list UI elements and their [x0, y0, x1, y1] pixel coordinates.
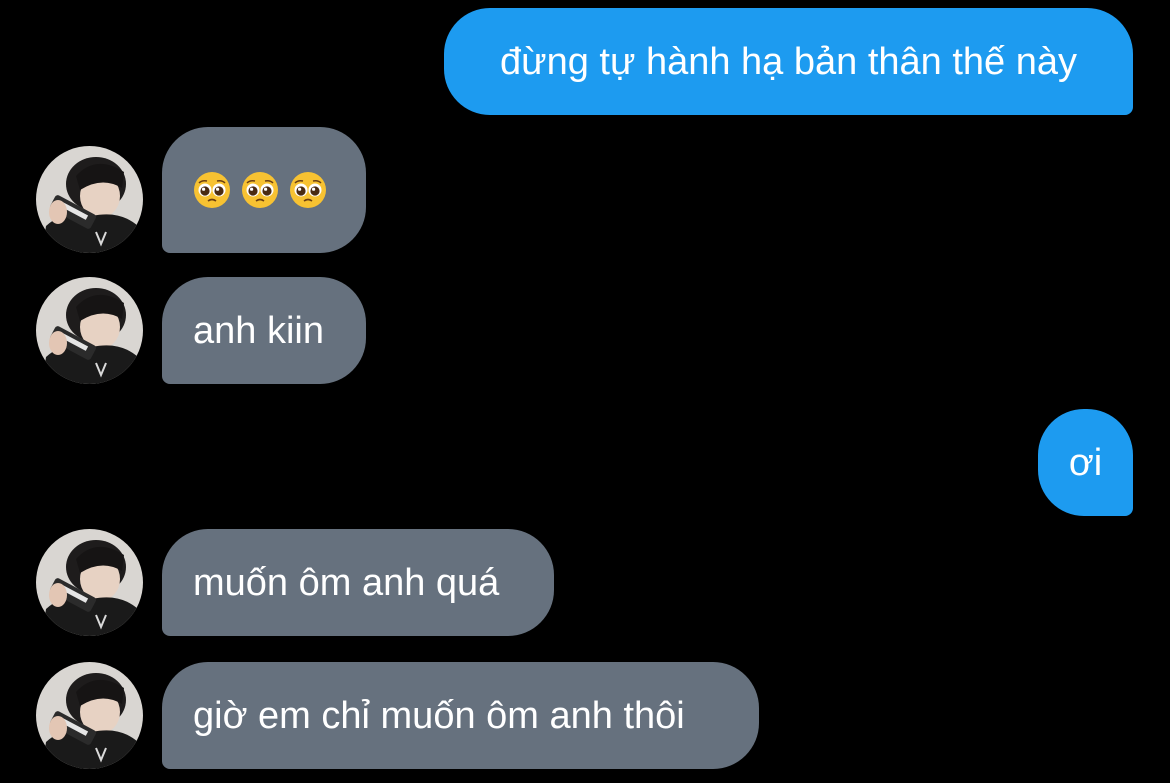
contact-avatar[interactable]: [36, 146, 143, 253]
pleading-face-emoji-icon: [241, 171, 279, 209]
outgoing-message-bubble[interactable]: ơi: [1038, 409, 1133, 516]
incoming-message-bubble[interactable]: anh kiin: [162, 277, 366, 384]
avatar-photo-icon: [36, 277, 143, 384]
avatar-photo-icon: [36, 146, 143, 253]
message-text: đừng tự hành hạ bản thân thế này: [500, 40, 1077, 83]
contact-avatar[interactable]: [36, 529, 143, 636]
message-text: anh kiin: [193, 309, 324, 352]
avatar-photo-icon: [36, 529, 143, 636]
message-text: giờ em chỉ muốn ôm anh thôi: [193, 694, 685, 737]
pleading-face-emoji-icon: [289, 171, 327, 209]
contact-avatar[interactable]: [36, 277, 143, 384]
incoming-message-bubble[interactable]: giờ em chỉ muốn ôm anh thôi: [162, 662, 759, 769]
pleading-face-emoji-icon: [193, 171, 231, 209]
incoming-message-bubble[interactable]: muốn ôm anh quá: [162, 529, 554, 636]
incoming-message-bubble[interactable]: [162, 127, 366, 253]
avatar-photo-icon: [36, 662, 143, 769]
message-text: ơi: [1068, 441, 1103, 484]
contact-avatar[interactable]: [36, 662, 143, 769]
outgoing-message-bubble[interactable]: đừng tự hành hạ bản thân thế này: [444, 8, 1133, 115]
message-text: muốn ôm anh quá: [193, 561, 500, 604]
